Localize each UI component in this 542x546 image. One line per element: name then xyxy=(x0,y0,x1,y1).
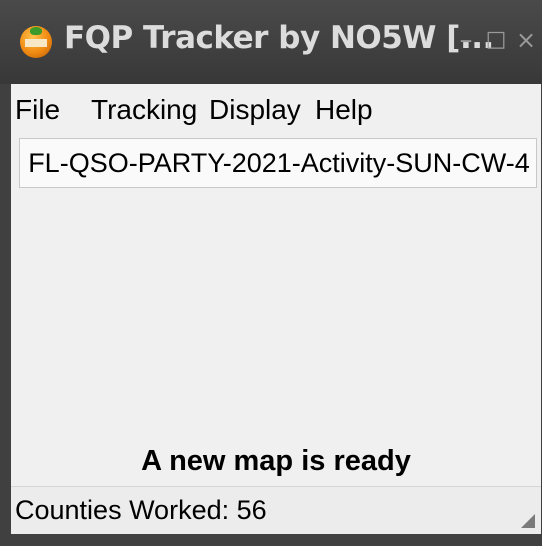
activity-name: FL-QSO-PARTY-2021-Activity-SUN-CW-4 xyxy=(28,148,530,178)
menu-file[interactable]: File xyxy=(15,92,60,128)
app-window: FQP Tracker by NO5W [... – □ × File Trac… xyxy=(0,0,542,546)
resize-grip-icon[interactable] xyxy=(521,514,535,528)
app-icon-label xyxy=(25,39,47,47)
menu-help[interactable]: Help xyxy=(315,92,373,128)
menu-display[interactable]: Display xyxy=(209,92,301,128)
window-title: FQP Tracker by NO5W [... xyxy=(64,20,494,56)
menu-bar: File Tracking Display Help xyxy=(11,84,541,136)
app-icon[interactable] xyxy=(20,26,52,58)
close-icon[interactable]: × xyxy=(512,20,540,60)
counties-worked-label: Counties Worked: 56 xyxy=(15,495,267,525)
map-ready-message: A new map is ready xyxy=(141,445,411,477)
menu-tracking[interactable]: Tracking xyxy=(91,92,197,128)
status-bar: Counties Worked: 56 xyxy=(11,486,541,534)
maximize-icon[interactable]: □ xyxy=(482,20,510,60)
app-icon-leaf xyxy=(30,27,42,35)
title-bar[interactable]: FQP Tracker by NO5W [... – □ × xyxy=(0,0,542,84)
minimize-icon[interactable]: – xyxy=(452,20,480,60)
window-bottom-border xyxy=(0,534,542,546)
client-area: File Tracking Display Help FL-QSO-PARTY-… xyxy=(11,84,541,534)
activity-name-box: FL-QSO-PARTY-2021-Activity-SUN-CW-4 xyxy=(19,138,537,188)
